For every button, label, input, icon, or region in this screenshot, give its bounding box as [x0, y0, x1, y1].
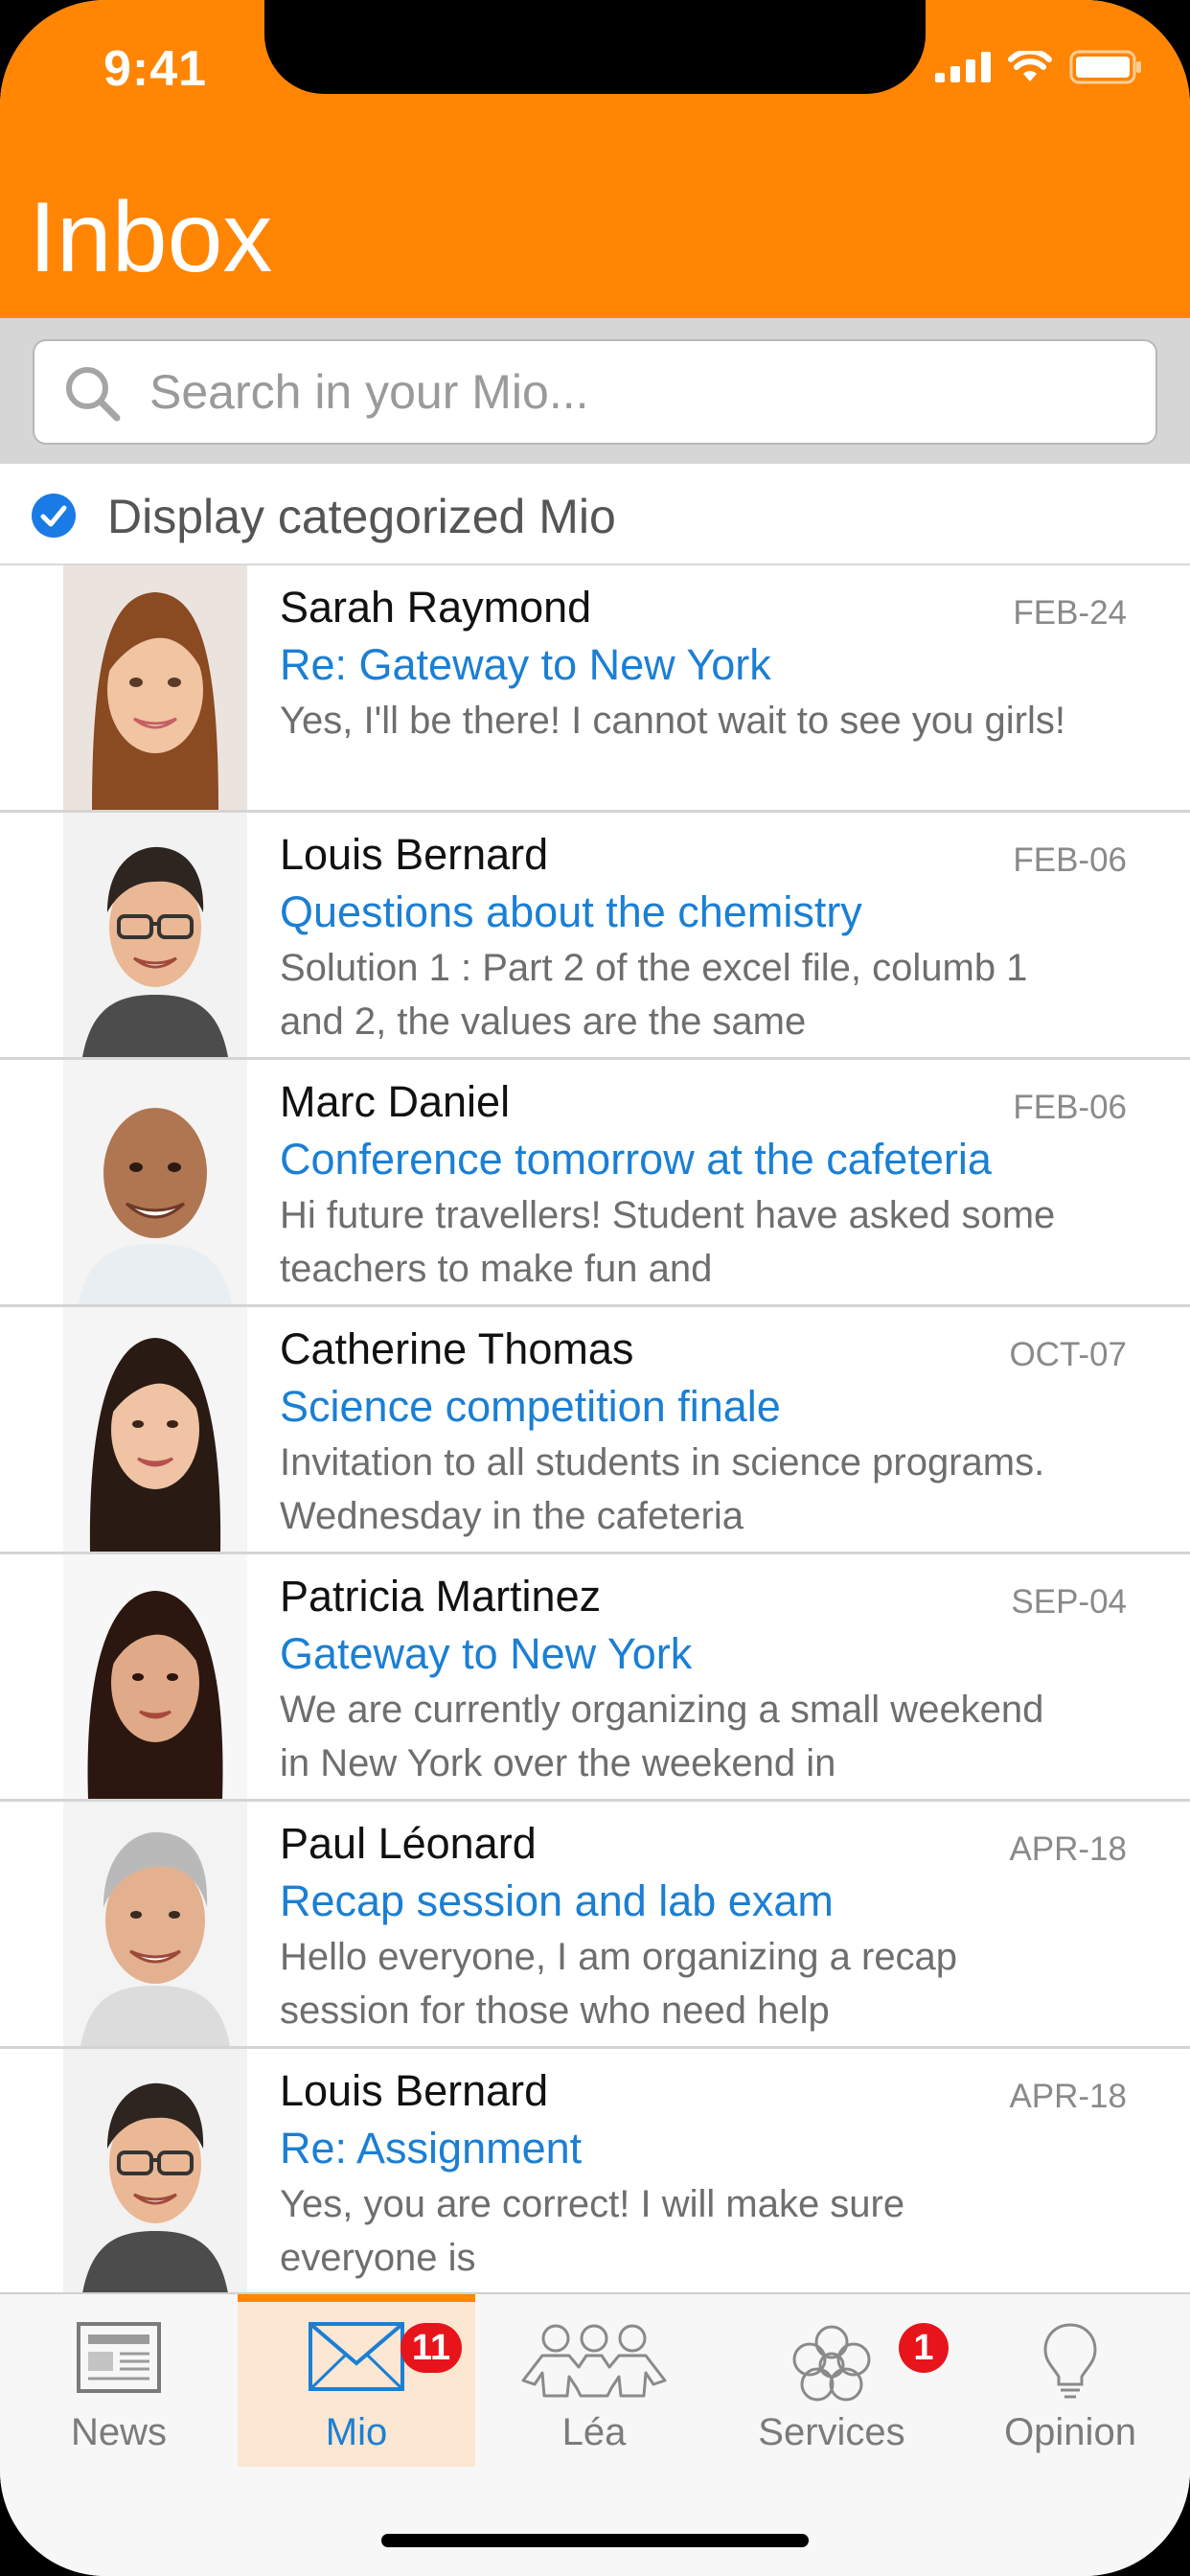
tab-opinion[interactable]: Opinion	[950, 2294, 1190, 2467]
message-row[interactable]: Louis Bernard FEB-06 Questions about the…	[0, 813, 1190, 1060]
avatar	[63, 1802, 247, 2046]
message-preview: Hi future travellers! Student have asked…	[280, 1194, 1056, 1290]
message-row[interactable]: Paul Léonard APR-18 Recap session and la…	[0, 1802, 1190, 2049]
battery-icon	[1069, 50, 1141, 84]
message-date: FEB-06	[1013, 1089, 1127, 1126]
tab-bar: News 11 Mio Léa 1 Services Opinion	[0, 2292, 1190, 2576]
search-input[interactable]	[149, 341, 1136, 443]
message-sender: Louis Bernard	[280, 830, 549, 879]
wifi-icon	[1008, 51, 1052, 81]
tab-label: Mio	[325, 2411, 388, 2453]
search-bar	[0, 318, 1190, 464]
lightbulb-icon	[1043, 2323, 1097, 2399]
message-date: SEP-04	[1011, 1583, 1127, 1621]
envelope-icon	[309, 2322, 404, 2391]
message-preview: Solution 1 : Part 2 of the excel file, c…	[280, 947, 1028, 1043]
tab-lea[interactable]: Léa	[475, 2294, 713, 2467]
avatar	[63, 1554, 247, 1799]
message-date: APR-18	[1009, 2078, 1127, 2115]
status-icons	[935, 50, 1142, 84]
message-date: OCT-07	[1009, 1336, 1127, 1373]
device-notch	[264, 0, 926, 94]
tab-label: News	[70, 2411, 168, 2453]
phone-frame: 9:41 Inbox Search in your Mio... Display…	[0, 0, 1190, 2576]
avatar	[63, 1307, 247, 1552]
tab-label: Opinion	[1004, 2411, 1136, 2453]
message-preview: Yes, you are correct! I will make sure e…	[280, 2183, 905, 2279]
avatar	[63, 2049, 247, 2293]
message-subject: Science competition finale	[280, 1382, 781, 1431]
app-header: 9:41 Inbox	[0, 0, 1190, 318]
message-row[interactable]: Marc Daniel FEB-06 Conference tomorrow a…	[0, 1060, 1190, 1307]
message-sender: Patricia Martinez	[280, 1572, 602, 1621]
filter-label: Display categorized Mio	[107, 490, 616, 543]
message-sender: Paul Léonard	[280, 1819, 537, 1868]
checkbox-checked-icon[interactable]	[31, 493, 77, 539]
message-sender: Marc Daniel	[280, 1077, 511, 1126]
categorized-filter-row[interactable]: Display categorized Mio	[0, 464, 1190, 565]
message-row[interactable]: Louis Bernard APR-18 Re: Assignment Yes,…	[0, 2049, 1190, 2296]
message-sender: Catherine Thomas	[280, 1324, 634, 1373]
message-subject: Recap session and lab exam	[280, 1876, 834, 1925]
message-preview: Yes, I'll be there! I cannot wait to see…	[280, 700, 1065, 742]
tab-services[interactable]: 1 Services	[713, 2294, 950, 2467]
home-indicator	[381, 2534, 809, 2547]
message-subject: Conference tomorrow at the cafeteria	[280, 1135, 992, 1184]
people-icon	[521, 2324, 667, 2398]
page-title: Inbox	[29, 182, 273, 293]
message-preview: Hello everyone, I am organizing a recap …	[280, 1936, 958, 2032]
tab-news[interactable]: News	[0, 2294, 238, 2467]
message-date: APR-18	[1009, 1830, 1127, 1868]
newspaper-icon	[77, 2322, 161, 2393]
avatar	[63, 565, 247, 810]
signal-icon	[935, 52, 991, 82]
message-subject: Questions about the chemistry	[280, 887, 862, 936]
message-row[interactable]: Catherine Thomas OCT-07 Science competit…	[0, 1307, 1190, 1554]
avatar	[63, 1060, 247, 1304]
message-sender: Louis Bernard	[280, 2066, 549, 2115]
flower-icon	[792, 2325, 871, 2402]
tab-mio[interactable]: 11 Mio	[238, 2294, 475, 2467]
status-time: 9:41	[103, 41, 208, 97]
avatar	[63, 813, 247, 1057]
search-box[interactable]	[33, 339, 1157, 445]
tab-label: Léa	[561, 2411, 627, 2453]
tab-label: Services	[758, 2411, 905, 2453]
message-row[interactable]: Patricia Martinez SEP-04 Gateway to New …	[0, 1554, 1190, 1802]
message-sender: Sarah Raymond	[280, 583, 592, 632]
message-date: FEB-24	[1013, 594, 1127, 632]
services-badge: 1	[899, 2323, 949, 2373]
message-date: FEB-06	[1013, 841, 1127, 879]
message-list: Sarah Raymond FEB-24 Re: Gateway to New …	[0, 565, 1190, 2296]
screen: 9:41 Inbox Search in your Mio... Display…	[0, 0, 1190, 2576]
message-preview: Invitation to all students in science pr…	[280, 1441, 1045, 1537]
message-subject: Re: Assignment	[280, 2124, 583, 2173]
message-preview: We are currently organizing a small week…	[280, 1689, 1044, 1784]
message-row[interactable]: Sarah Raymond FEB-24 Re: Gateway to New …	[0, 565, 1190, 813]
message-subject: Gateway to New York	[280, 1629, 693, 1678]
message-subject: Re: Gateway to New York	[280, 640, 771, 689]
unread-badge: 11	[400, 2323, 462, 2373]
search-icon	[66, 367, 121, 422]
